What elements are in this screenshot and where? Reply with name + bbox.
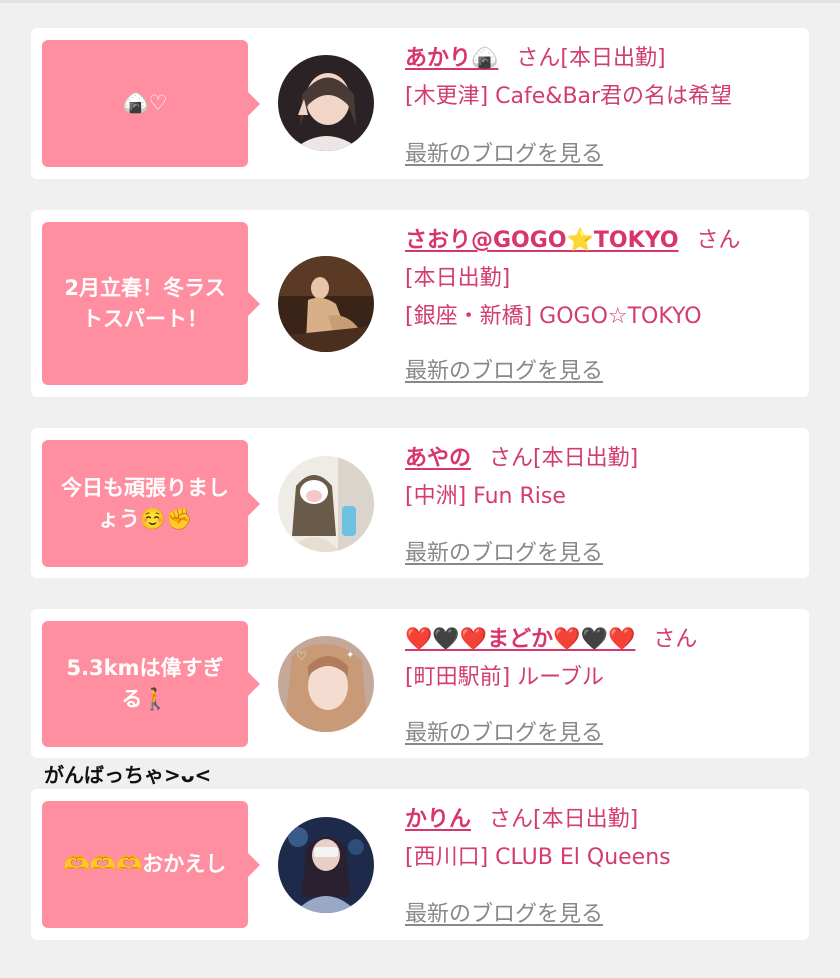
- message-bubble: 🫶🫶🫶おかえし: [42, 801, 260, 928]
- honorific: さん: [516, 46, 561, 71]
- avatar-photo-icon: [278, 256, 374, 352]
- cast-info: あやの さん[本日出勤] [中洲] Fun Rise: [405, 440, 800, 516]
- shop-label: [木更津] Cafe&Bar君の名は希望: [405, 84, 733, 109]
- cast-name-link[interactable]: かりん: [405, 807, 471, 832]
- cast-name-link[interactable]: ❤️🖤❤️まどか❤️🖤❤️: [405, 627, 635, 652]
- cast-card[interactable]: 🫶🫶🫶おかえし かりん さん[本日出勤] [西川口] CLUB El Queens…: [31, 789, 809, 940]
- bubble-text: 2月立春！冬ラストスパート！: [64, 275, 226, 331]
- cast-name-link[interactable]: あやの: [405, 446, 471, 471]
- status-label: [本日出勤]: [533, 446, 639, 471]
- status-label: [本日出勤]: [405, 266, 511, 291]
- honorific: さん: [653, 627, 698, 652]
- honorific: さん: [489, 807, 534, 832]
- message-bubble: 今日も頑張りましょう☺️✊: [42, 440, 260, 567]
- cast-info: かりん さん[本日出勤] [西川口] CLUB El Queens: [405, 801, 800, 877]
- cast-info: さおり@GOGO⭐TOKYO さん [本日出勤] [銀座・新橋] GOGO☆TOK…: [405, 222, 800, 336]
- message-bubble: 2月立春！冬ラストスパート！: [42, 222, 260, 385]
- avatar[interactable]: [278, 817, 374, 913]
- cast-name-link[interactable]: あかり🍙: [405, 46, 498, 71]
- bubble-text: 🫶🫶🫶おかえし: [63, 852, 227, 876]
- cast-card[interactable]: 2月立春！冬ラストスパート！ さおり@GOGO⭐TOKYO さん [本日出勤] […: [31, 210, 809, 397]
- cast-info: ❤️🖤❤️まどか❤️🖤❤️ さん [町田駅前] ルーブル: [405, 621, 800, 697]
- honorific: さん: [489, 446, 534, 471]
- top-divider: [0, 0, 840, 3]
- cast-card[interactable]: 🍙♡ あかり🍙 さん[本日出勤] [木更津] Cafe&Bar君の名は希望 最新の…: [31, 28, 809, 179]
- cast-card[interactable]: 今日も頑張りましょう☺️✊ あやの さん[本日出勤] [中洲] Fun Rise …: [31, 428, 809, 578]
- status-label: [本日出勤]: [533, 807, 639, 832]
- avatar[interactable]: [278, 456, 374, 552]
- shop-label: [銀座・新橋] GOGO☆TOKYO: [405, 304, 702, 329]
- shop-label: [西川口] CLUB El Queens: [405, 845, 671, 870]
- cast-info: あかり🍙 さん[本日出勤] [木更津] Cafe&Bar君の名は希望: [405, 40, 800, 116]
- blog-link[interactable]: 最新のブログを見る: [405, 715, 603, 747]
- avatar-photo-icon: [278, 817, 374, 913]
- avatar[interactable]: [278, 55, 374, 151]
- avatar-photo-icon: ♡ ✦: [278, 636, 374, 732]
- message-bubble: 5.3kmは偉すぎる🚶: [42, 621, 260, 747]
- avatar[interactable]: [278, 256, 374, 352]
- bubble-text: 🍙♡: [122, 91, 168, 115]
- svg-text:♡: ♡: [296, 649, 307, 663]
- avatar-photo-icon: [278, 55, 374, 151]
- blog-link[interactable]: 最新のブログを見る: [405, 896, 603, 928]
- avatar[interactable]: ♡ ✦: [278, 636, 374, 732]
- blog-link[interactable]: 最新のブログを見る: [405, 136, 603, 168]
- cast-name-link[interactable]: さおり@GOGO⭐TOKYO: [405, 228, 679, 253]
- overflow-text: がんばっちゃ>ᴗ<: [44, 763, 212, 787]
- cast-card[interactable]: 5.3kmは偉すぎる🚶 ♡ ✦ ❤️🖤❤️まどか❤️🖤❤️ さん [町田駅前] ル…: [31, 609, 809, 758]
- shop-label: [中洲] Fun Rise: [405, 484, 566, 509]
- message-bubble: 🍙♡: [42, 40, 260, 167]
- shop-label: [町田駅前] ルーブル: [405, 665, 604, 690]
- svg-text:✦: ✦: [346, 650, 354, 661]
- bubble-text: 5.3kmは偉すぎる🚶: [66, 656, 224, 711]
- blog-link[interactable]: 最新のブログを見る: [405, 535, 603, 567]
- honorific: さん: [696, 228, 741, 253]
- avatar-photo-icon: [278, 456, 374, 552]
- bubble-text: 今日も頑張りましょう☺️✊: [61, 475, 229, 531]
- status-label: [本日出勤]: [560, 46, 666, 71]
- blog-link[interactable]: 最新のブログを見る: [405, 353, 603, 385]
